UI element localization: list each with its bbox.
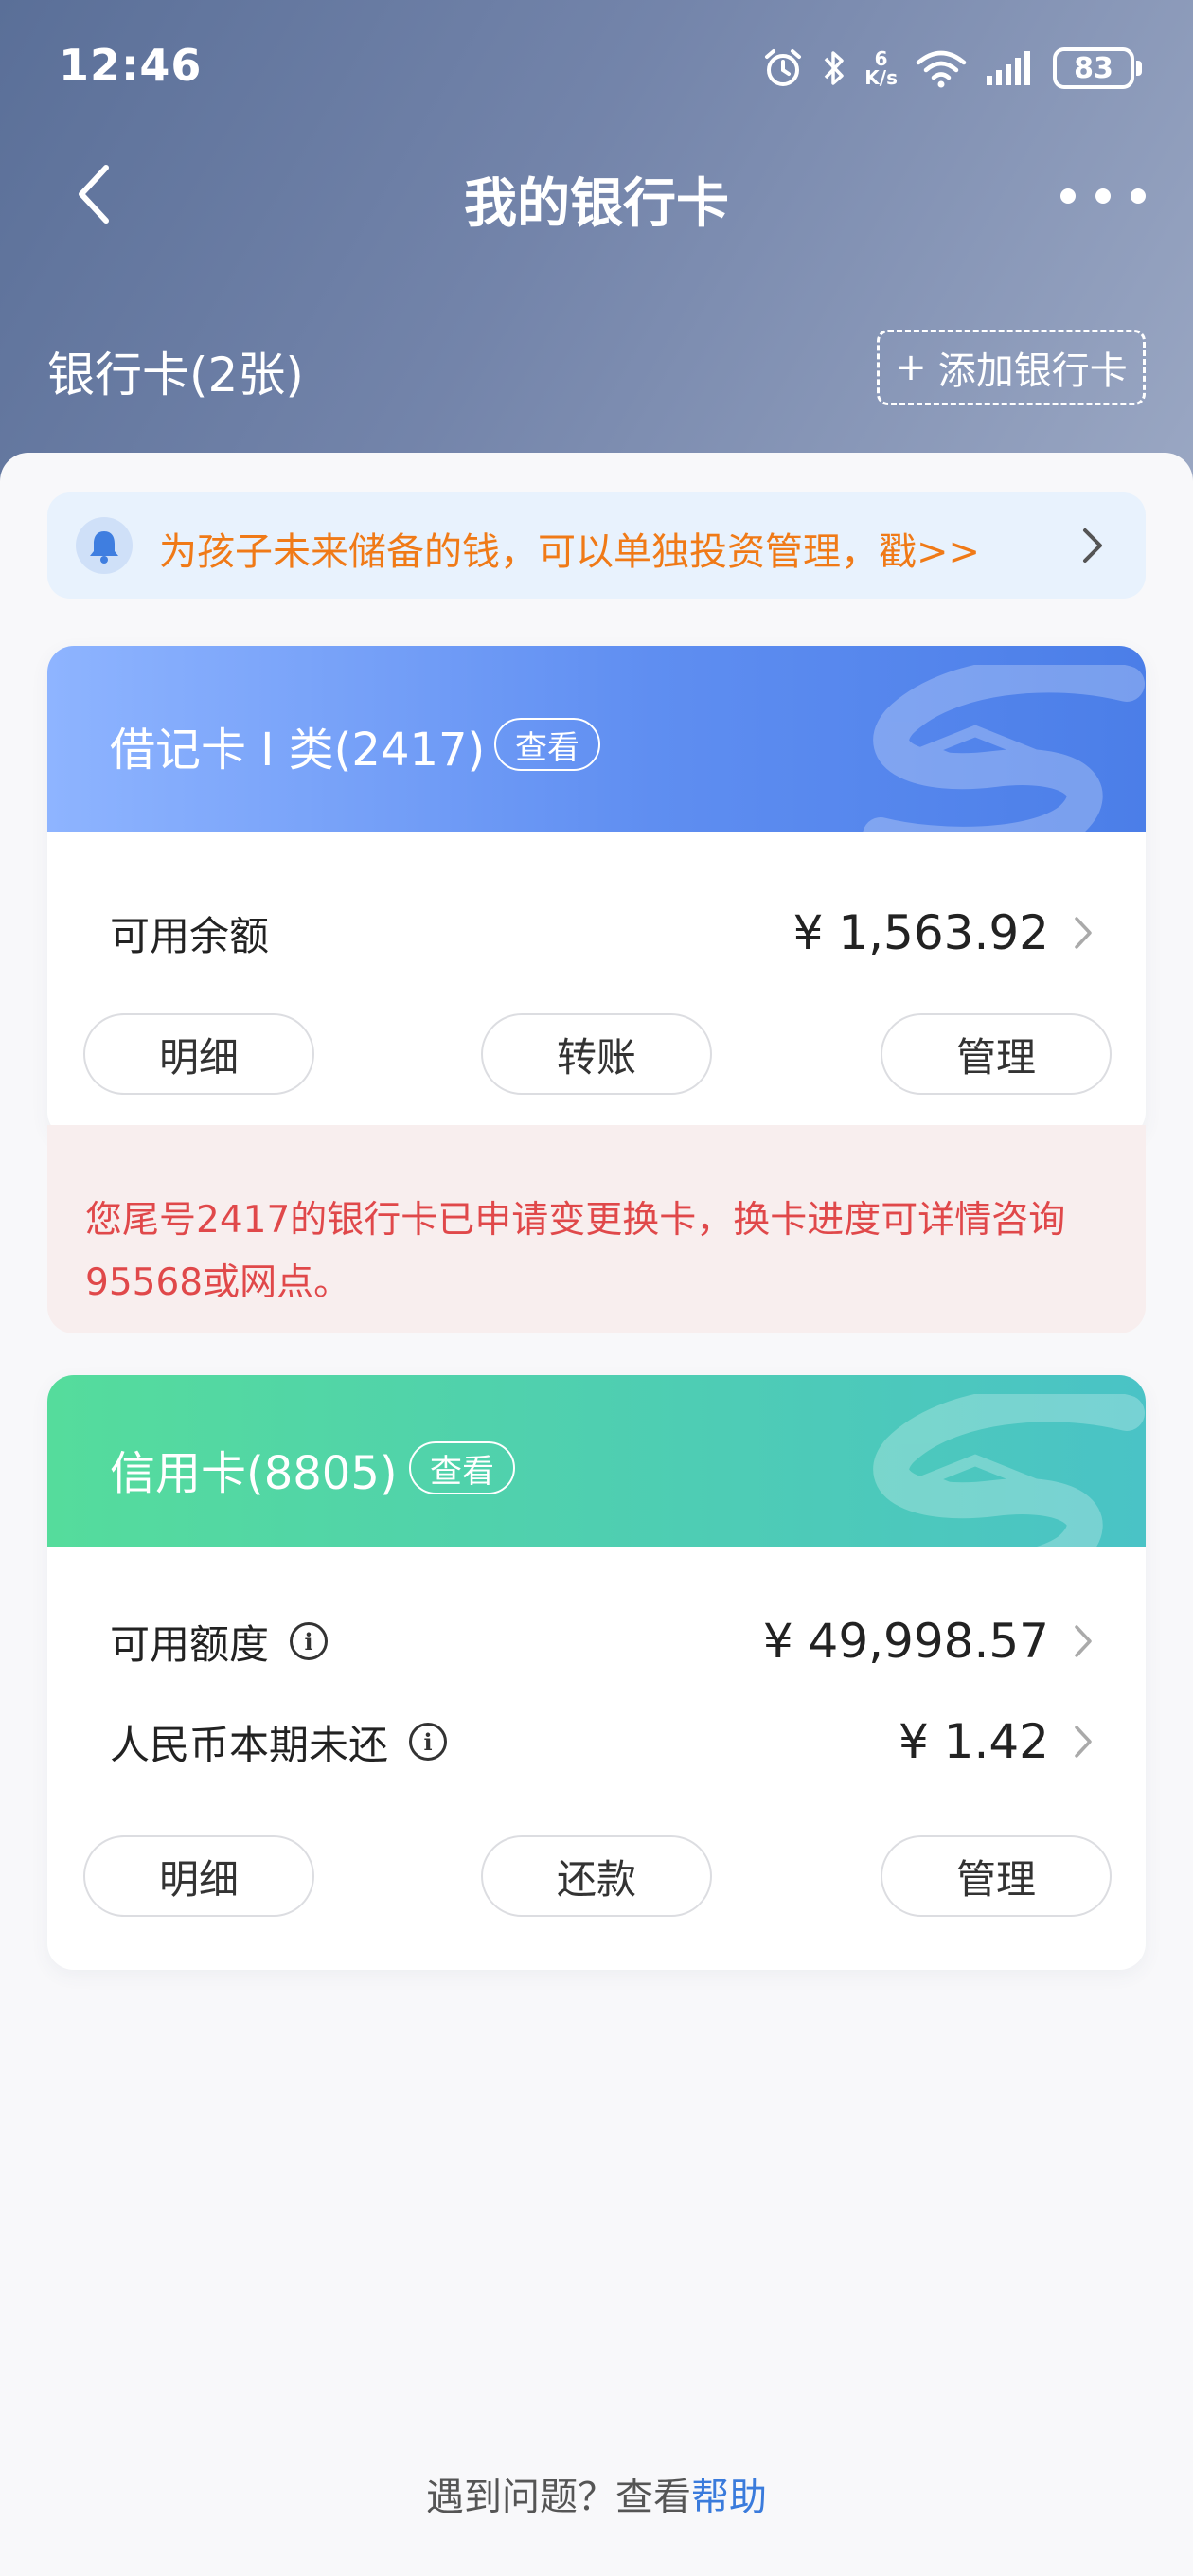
- status-icons: 6 K/s 83: [762, 42, 1142, 95]
- promo-notice-text: 为孩子未来储备的钱，可以单独投资管理，戳>>: [159, 530, 981, 574]
- alarm-icon: [762, 47, 804, 89]
- bell-icon: [76, 517, 133, 574]
- plus-icon: +: [895, 346, 927, 389]
- chevron-right-icon: [1083, 528, 1102, 563]
- bluetooth-icon: [821, 47, 847, 89]
- wifi-icon: [915, 47, 968, 89]
- help-link[interactable]: 帮助: [691, 2476, 767, 2519]
- cards-header: 银行卡(2张) + 添加银行卡: [0, 322, 1193, 417]
- credit-limit-label: 可用额度: [110, 1620, 270, 1668]
- info-icon[interactable]: i: [290, 1622, 329, 1660]
- credit-card-title: 信用卡(8805): [110, 1447, 398, 1500]
- credit-card-header: 信用卡(8805) 查看: [47, 1375, 1146, 1547]
- info-icon[interactable]: i: [409, 1723, 448, 1761]
- debit-manage-button[interactable]: 管理: [881, 1013, 1112, 1095]
- more-dot-icon: [1060, 188, 1076, 204]
- more-button[interactable]: [1060, 172, 1146, 220]
- credit-detail-button[interactable]: 明细: [83, 1835, 314, 1917]
- chevron-right-icon: [1075, 1726, 1092, 1758]
- debit-card-title: 借记卡 I 类(2417): [110, 724, 486, 777]
- add-card-button[interactable]: + 添加银行卡: [877, 330, 1146, 405]
- credit-card: 信用卡(8805) 查看 可用额度 i ¥ 49,998.57 人民币本期未还 …: [47, 1375, 1146, 1970]
- content-sheet: 为孩子未来储备的钱，可以单独投资管理，戳>> 借记卡 I 类(2417) 查看 …: [0, 453, 1193, 2576]
- debit-card: 借记卡 I 类(2417) 查看 可用余额 ¥ 1,563.92 明细 转账 管…: [47, 646, 1146, 1138]
- credit-view-button[interactable]: 查看: [409, 1441, 515, 1494]
- network-speed: 6 K/s: [864, 49, 898, 87]
- navigation-bar: 我的银行卡: [0, 142, 1193, 246]
- chevron-right-icon: [1075, 917, 1092, 949]
- debit-card-header: 借记卡 I 类(2417) 查看: [47, 646, 1146, 832]
- help-prefix: 遇到问题？查看: [426, 2476, 691, 2519]
- balance-label: 可用余额: [110, 912, 270, 959]
- more-dot-icon: [1095, 188, 1111, 204]
- page-title: 我的银行卡: [464, 173, 729, 235]
- signal-icon: [985, 49, 1036, 87]
- promo-notice[interactable]: 为孩子未来储备的钱，可以单独投资管理，戳>>: [47, 492, 1146, 599]
- debit-view-button[interactable]: 查看: [494, 718, 600, 771]
- due-amount-row[interactable]: 人民币本期未还 i ¥ 1.42: [110, 1708, 1093, 1775]
- repay-button[interactable]: 还款: [481, 1835, 712, 1917]
- battery-icon: 83: [1053, 47, 1142, 89]
- status-bar: 12:46 6 K/s 83: [0, 0, 1193, 133]
- battery-level: 83: [1074, 51, 1113, 85]
- credit-manage-button[interactable]: 管理: [881, 1835, 1112, 1917]
- debit-detail-button[interactable]: 明细: [83, 1013, 314, 1095]
- due-amount-value: ¥ 1.42: [898, 1714, 1049, 1769]
- card-change-warning: 您尾号2417的银行卡已申请变更换卡，换卡进度可详情咨询95568或网点。: [47, 1125, 1146, 1333]
- credit-limit-row[interactable]: 可用额度 i ¥ 49,998.57: [110, 1608, 1093, 1674]
- help-footer: 遇到问题？查看帮助: [0, 2466, 1193, 2521]
- status-time: 12:46: [59, 40, 203, 91]
- balance-value: ¥ 1,563.92: [792, 905, 1049, 960]
- more-dot-icon: [1131, 188, 1146, 204]
- bank-logo-icon: [873, 1394, 1145, 1547]
- network-speed-value: 6: [874, 47, 888, 70]
- due-amount-label: 人民币本期未还: [110, 1721, 389, 1768]
- add-card-label: 添加银行卡: [937, 349, 1128, 393]
- transfer-button[interactable]: 转账: [481, 1013, 712, 1095]
- balance-row[interactable]: 可用余额 ¥ 1,563.92: [110, 900, 1093, 966]
- credit-limit-value: ¥ 49,998.57: [762, 1614, 1049, 1669]
- network-speed-unit: K/s: [864, 66, 898, 89]
- chevron-right-icon: [1075, 1625, 1092, 1657]
- card-count-label: 银行卡(2张): [47, 348, 304, 402]
- bank-logo-icon: [863, 665, 1145, 832]
